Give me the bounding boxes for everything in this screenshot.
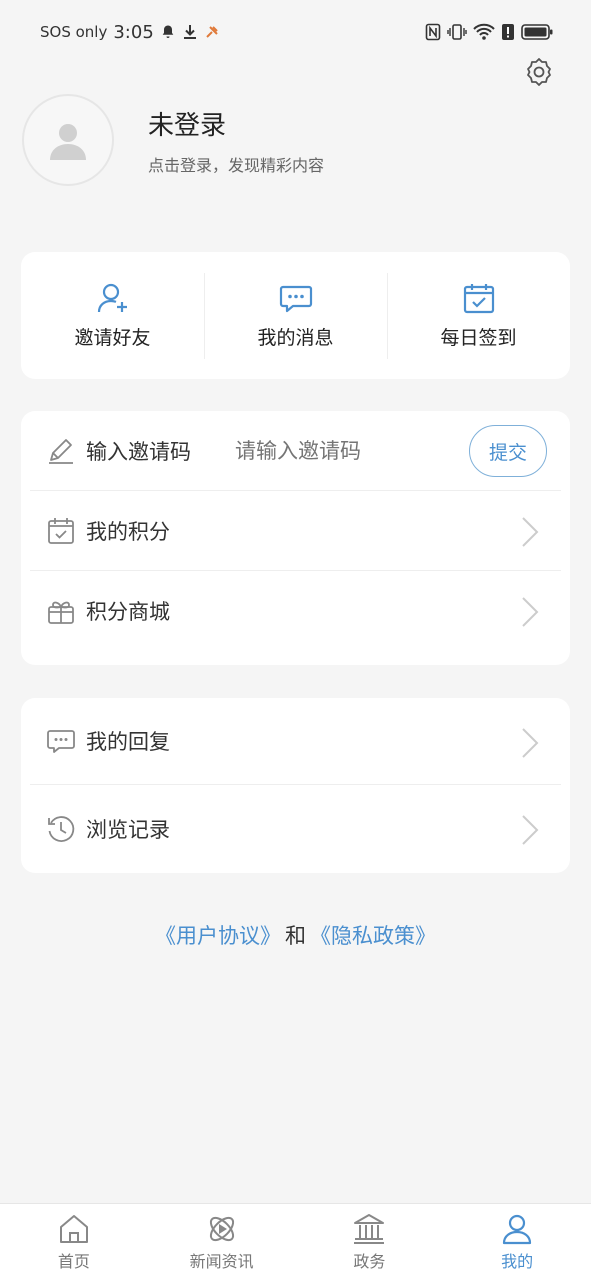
points-mall-row[interactable]: 积分商城	[30, 571, 561, 651]
invite-code-input[interactable]	[235, 438, 415, 463]
tab-news[interactable]: 新闻资讯	[148, 1204, 296, 1280]
row-label: 我的积分	[86, 519, 170, 544]
chevron-right-icon	[521, 727, 539, 763]
my-messages-button[interactable]: 我的消息	[204, 272, 387, 359]
daily-checkin-button[interactable]: 每日签到	[387, 272, 570, 359]
my-replies-row[interactable]: 我的回复	[30, 698, 561, 785]
tab-label: 我的	[501, 1252, 534, 1271]
news-icon	[209, 1216, 234, 1242]
login-status: 未登录	[148, 110, 227, 141]
profile-header[interactable]: 未登录 点击登录，发现精彩内容	[22, 94, 324, 186]
invite-code-row: 输入邀请码 提交	[30, 411, 561, 491]
browse-history-row[interactable]: 浏览记录	[30, 785, 561, 872]
alert-icon	[501, 23, 515, 41]
calendar-check-icon	[463, 284, 494, 314]
history-icon	[46, 814, 76, 844]
home-icon	[59, 1215, 88, 1243]
pencil-icon	[46, 436, 76, 466]
add-user-icon	[97, 283, 127, 313]
vibrate-icon	[447, 23, 467, 41]
chevron-right-icon	[521, 814, 539, 850]
quick-actions-card: 邀请好友 我的消息 每日签到	[21, 252, 570, 379]
submit-button[interactable]: 提交	[469, 425, 547, 477]
activity-card: 我的回复 浏览记录	[21, 698, 570, 873]
app-notification-icon	[204, 24, 220, 40]
message-icon	[279, 285, 312, 313]
my-points-row[interactable]: 我的积分	[30, 491, 561, 571]
avatar[interactable]	[22, 94, 114, 186]
points-card: 输入邀请码 提交 我的积分 积分商城	[21, 411, 570, 665]
points-icon	[46, 516, 76, 546]
chevron-right-icon	[521, 516, 539, 552]
tab-label: 新闻资讯	[189, 1252, 254, 1271]
user-placeholder-icon	[50, 124, 86, 160]
gear-icon	[527, 58, 551, 86]
row-label: 积分商城	[86, 600, 170, 624]
login-hint: 点击登录，发现精彩内容	[148, 155, 325, 175]
user-icon	[503, 1214, 532, 1245]
status-right	[425, 23, 553, 41]
bottom-tab-bar: 首页 新闻资讯 政务 我的	[0, 1203, 591, 1280]
clock: 3:05	[113, 21, 154, 43]
nfc-icon	[425, 23, 441, 41]
chevron-right-icon	[521, 596, 539, 632]
gift-icon	[46, 596, 76, 626]
battery-icon	[521, 23, 553, 41]
quick-label: 我的消息	[257, 327, 334, 349]
tab-label: 政务	[353, 1252, 386, 1271]
invite-code-label: 输入邀请码	[86, 439, 191, 464]
agreement-and-text: 和	[285, 924, 306, 948]
agreement-links: 《用户协议》和《隐私政策》	[0, 920, 591, 950]
bell-icon	[160, 24, 176, 40]
tab-home[interactable]: 首页	[0, 1204, 148, 1280]
wifi-icon	[473, 23, 495, 41]
government-icon	[354, 1214, 385, 1244]
quick-label: 每日签到	[440, 327, 517, 349]
invite-friends-button[interactable]: 邀请好友	[21, 273, 204, 359]
status-left: SOS only 3:05	[40, 22, 220, 43]
carrier-text: SOS only	[40, 23, 108, 41]
download-icon	[182, 24, 198, 40]
tab-government[interactable]: 政务	[296, 1204, 444, 1280]
tab-mine[interactable]: 我的	[443, 1204, 591, 1280]
status-bar: SOS only 3:05	[0, 0, 591, 64]
profile-text: 未登录 点击登录，发现精彩内容	[148, 105, 324, 176]
reply-icon	[46, 726, 76, 756]
settings-button[interactable]	[523, 56, 555, 88]
tab-label: 首页	[57, 1252, 90, 1271]
row-label: 浏览记录	[86, 817, 170, 842]
row-label: 我的回复	[86, 730, 170, 754]
quick-label: 邀请好友	[74, 327, 151, 349]
privacy-policy-link[interactable]: 《隐私政策》	[310, 924, 436, 948]
user-agreement-link[interactable]: 《用户协议》	[155, 924, 281, 948]
